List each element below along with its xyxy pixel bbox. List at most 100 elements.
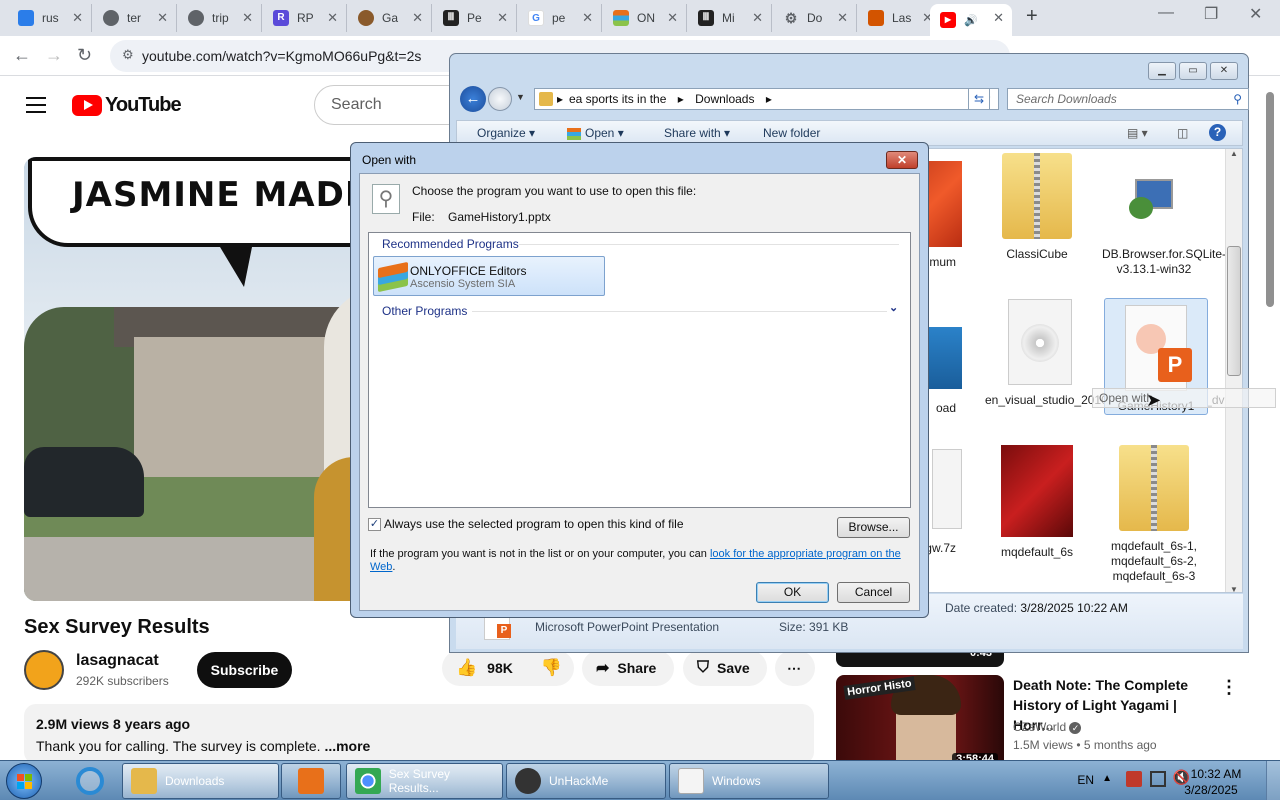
save-button[interactable]: ⛉ Save bbox=[683, 650, 767, 686]
subscribe-button[interactable]: Subscribe bbox=[197, 652, 292, 688]
refresh-icon[interactable]: ⇆ bbox=[968, 88, 990, 110]
start-button[interactable] bbox=[6, 763, 42, 799]
close-icon[interactable]: ✕ bbox=[157, 10, 168, 26]
file-item[interactable]: mqdefault_6s-1, mqdefault_6s-2, mqdefaul… bbox=[1102, 445, 1206, 584]
program-list[interactable]: Recommended Programs ONLYOFFICE Editors … bbox=[368, 232, 911, 508]
page-scrollbar[interactable] bbox=[1266, 92, 1274, 307]
file-list-scrollbar[interactable]: ▲ ▼ bbox=[1225, 149, 1242, 592]
history-dropdown-icon[interactable]: ▼ bbox=[516, 92, 525, 102]
share-button[interactable]: ➦ Share bbox=[582, 650, 674, 686]
forward-icon[interactable] bbox=[488, 87, 512, 111]
network-icon[interactable] bbox=[1150, 771, 1166, 787]
show-desktop-button[interactable] bbox=[1266, 761, 1280, 800]
dislike-icon[interactable]: 👎 bbox=[541, 658, 562, 678]
help-icon[interactable]: ? bbox=[1209, 124, 1226, 141]
language-indicator[interactable]: EN bbox=[1077, 773, 1094, 787]
tab-4[interactable]: R RP ✕ bbox=[263, 4, 347, 32]
search-icon[interactable]: ⚲ bbox=[1233, 89, 1242, 109]
show-hidden-icons[interactable]: ▲ bbox=[1102, 773, 1112, 784]
close-icon[interactable]: ✕ bbox=[993, 10, 1004, 26]
close-icon[interactable]: ✕ bbox=[242, 10, 253, 26]
url-text[interactable]: youtube.com/watch?v=KgmoMO66uPg&t=2s bbox=[142, 48, 421, 64]
channel-avatar[interactable] bbox=[24, 650, 64, 690]
back-icon[interactable]: ← bbox=[460, 86, 486, 112]
site-info-icon[interactable]: ⚙ bbox=[122, 47, 134, 63]
minimize-icon[interactable]: ▁ bbox=[1148, 62, 1176, 80]
close-window-icon[interactable]: ✕ bbox=[1249, 4, 1262, 24]
recommended-thumbnail[interactable]: Horror Histo 3:58:44 bbox=[836, 675, 1004, 769]
youtube-logo[interactable]: YouTube bbox=[72, 94, 182, 117]
program-item-onlyoffice[interactable]: ONLYOFFICE Editors Ascensio System SIA bbox=[373, 256, 605, 296]
tab-7[interactable]: Gpe ✕ bbox=[518, 4, 602, 32]
flag-icon[interactable] bbox=[1126, 771, 1142, 787]
like-count[interactable]: 98K bbox=[487, 660, 513, 676]
back-icon[interactable]: ← bbox=[13, 45, 31, 66]
tab-6[interactable]: Ⅲ Pe ✕ bbox=[433, 4, 517, 32]
close-icon[interactable]: ✕ bbox=[752, 10, 763, 26]
recommended-menu-icon[interactable]: ⋮ bbox=[1220, 677, 1238, 698]
clock-time[interactable]: 10:32 AM bbox=[1186, 767, 1246, 781]
close-icon[interactable]: ✕ bbox=[1210, 62, 1238, 80]
close-icon[interactable]: ✕ bbox=[497, 10, 508, 26]
scroll-up-icon[interactable]: ▲ bbox=[1226, 149, 1242, 158]
always-use-label[interactable]: Always use the selected program to open … bbox=[384, 517, 684, 531]
explorer-address-bar[interactable]: ▸ ea sports its in the ▸ Downloads ▸ ▼ bbox=[534, 88, 999, 110]
taskbar-task-unhackme[interactable]: UnHackMe bbox=[506, 763, 666, 799]
menu-icon[interactable] bbox=[26, 97, 46, 118]
file-item[interactable]: ClassiCube bbox=[985, 153, 1089, 262]
recommended-channel[interactable]: CZsWorld ✓ bbox=[1013, 720, 1082, 734]
explorer-search-input[interactable]: Search Downloads ⚲ bbox=[1007, 88, 1249, 110]
tab-10[interactable]: ⚙ Do ✕ bbox=[773, 4, 857, 32]
scrollbar-thumb[interactable] bbox=[1227, 246, 1241, 376]
file-item[interactable]: en_visual_studio_2010_professional_x86_d… bbox=[985, 299, 1242, 408]
tab-youtube-active[interactable]: ▶ 🔊 ✕ bbox=[930, 4, 1012, 36]
close-icon[interactable]: ✕ bbox=[667, 10, 678, 26]
maximize-icon[interactable]: ▭ bbox=[1179, 62, 1207, 80]
browse-button[interactable]: Browse... bbox=[837, 517, 910, 538]
tab-5[interactable]: Ga ✕ bbox=[348, 4, 432, 32]
close-icon[interactable]: ✕ bbox=[837, 10, 848, 26]
cancel-button[interactable]: Cancel bbox=[837, 582, 910, 603]
tab-2[interactable]: ter ✕ bbox=[93, 4, 177, 32]
new-tab-button[interactable]: + bbox=[1026, 5, 1038, 28]
share-with-button[interactable]: Share with ▾ bbox=[664, 126, 730, 140]
clock-date[interactable]: 3/28/2025 bbox=[1176, 783, 1246, 797]
restore-icon[interactable]: ❐ bbox=[1204, 4, 1218, 24]
open-button[interactable]: Open ▾ bbox=[567, 126, 624, 140]
taskbar-task-windows[interactable]: Windows bbox=[669, 763, 829, 799]
breadcrumb-folder[interactable]: Downloads bbox=[695, 92, 754, 106]
other-programs-header[interactable]: Other Programs bbox=[382, 304, 467, 318]
close-icon[interactable]: ✕ bbox=[886, 151, 918, 169]
organize-button[interactable]: Organize ▾ bbox=[477, 126, 535, 140]
close-icon[interactable]: ✕ bbox=[582, 10, 593, 26]
minimize-icon[interactable]: — bbox=[1158, 4, 1174, 22]
taskbar-task-browser[interactable]: Sex Survey Results... bbox=[346, 763, 503, 799]
scroll-down-icon[interactable]: ▼ bbox=[1226, 585, 1242, 592]
always-use-checkbox[interactable]: ✓ bbox=[368, 518, 381, 531]
speaker-icon[interactable]: 🔊 bbox=[964, 14, 978, 27]
tab-8[interactable]: ON ✕ bbox=[603, 4, 687, 32]
forward-icon[interactable]: → bbox=[45, 45, 63, 66]
close-icon[interactable]: ✕ bbox=[327, 10, 338, 26]
new-folder-button[interactable]: New folder bbox=[763, 126, 820, 140]
taskbar-task-downloads[interactable]: Downloads bbox=[122, 763, 279, 799]
file-item[interactable]: DB.Browser.for.SQLite-v3.13.1-win32 bbox=[1102, 153, 1226, 277]
description-box[interactable]: 2.9M views 8 years ago Thank you for cal… bbox=[24, 704, 814, 764]
more-actions-button[interactable]: ⋯ bbox=[775, 650, 815, 686]
more-link[interactable]: ...more bbox=[324, 738, 370, 754]
preview-pane-icon[interactable]: ◫ bbox=[1177, 126, 1188, 140]
view-options-icon[interactable]: ▤ ▾ bbox=[1127, 126, 1148, 140]
tab-3[interactable]: trip ✕ bbox=[178, 4, 262, 32]
internet-explorer-icon[interactable] bbox=[64, 763, 114, 799]
close-icon[interactable]: ✕ bbox=[412, 10, 423, 26]
like-icon[interactable]: 👍 bbox=[456, 658, 477, 678]
tab-9[interactable]: Ⅲ Mi ✕ bbox=[688, 4, 772, 32]
tab-1[interactable]: rus ✕ bbox=[8, 4, 92, 32]
chevron-down-icon[interactable]: ⌄ bbox=[889, 301, 898, 314]
close-icon[interactable]: ✕ bbox=[72, 10, 83, 26]
ok-button[interactable]: OK bbox=[756, 582, 829, 603]
reload-icon[interactable]: ↻ bbox=[77, 45, 92, 66]
file-item[interactable]: mqdefault_6s bbox=[985, 445, 1089, 560]
breadcrumb-folder[interactable]: ea sports its in the bbox=[569, 92, 666, 106]
taskbar-task-media[interactable] bbox=[281, 763, 341, 799]
